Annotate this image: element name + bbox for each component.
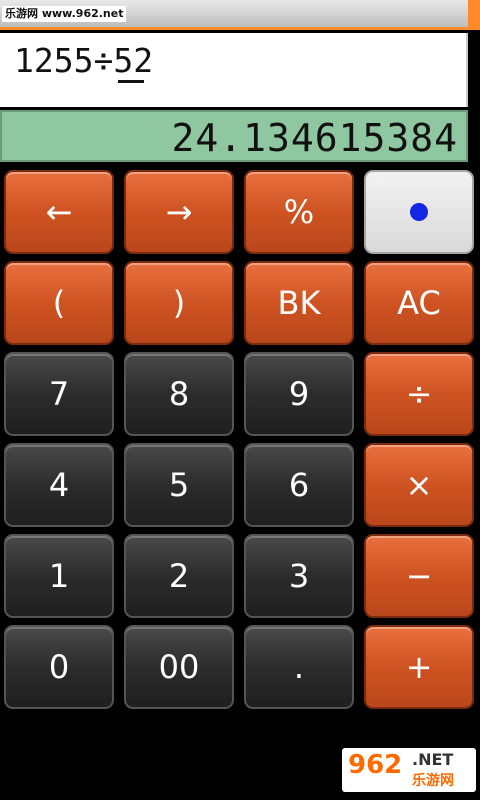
digit-4-button[interactable]: 4: [4, 443, 114, 527]
digit-9-button[interactable]: 9: [244, 352, 354, 436]
watermark-top: 乐游网 www.962.net: [2, 6, 127, 22]
expression-text: 1255÷52: [14, 41, 154, 80]
status-bar: 乐游网 www.962.net: [0, 0, 480, 30]
digit-6-button[interactable]: 6: [244, 443, 354, 527]
digit-5-button[interactable]: 5: [124, 443, 234, 527]
percent-button[interactable]: %: [244, 170, 354, 254]
double-zero-button[interactable]: 00: [124, 625, 234, 709]
result-text: 24.134615384: [171, 116, 458, 160]
watermark-suffix: .NET: [412, 750, 454, 769]
expression-display[interactable]: 1255÷52: [0, 33, 468, 107]
cursor-right-button[interactable]: →: [124, 170, 234, 254]
watermark-chinese: 乐游网: [412, 773, 454, 789]
blue-dot-icon: [410, 203, 428, 221]
decimal-point-button[interactable]: .: [244, 625, 354, 709]
digit-3-button[interactable]: 3: [244, 534, 354, 618]
divide-button[interactable]: ÷: [364, 352, 474, 436]
digit-7-button[interactable]: 7: [4, 352, 114, 436]
watermark-number: 962: [348, 750, 403, 780]
close-paren-button[interactable]: ): [124, 261, 234, 345]
all-clear-button[interactable]: AC: [364, 261, 474, 345]
result-display: 24.134615384: [0, 110, 468, 162]
digit-1-button[interactable]: 1: [4, 534, 114, 618]
backspace-button[interactable]: BK: [244, 261, 354, 345]
plus-button[interactable]: +: [364, 625, 474, 709]
status-accent: [468, 0, 480, 30]
digit-0-button[interactable]: 0: [4, 625, 114, 709]
cursor-left-button[interactable]: ←: [4, 170, 114, 254]
digit-2-button[interactable]: 2: [124, 534, 234, 618]
multiply-button[interactable]: ×: [364, 443, 474, 527]
mode-button[interactable]: [364, 170, 474, 254]
digit-8-button[interactable]: 8: [124, 352, 234, 436]
minus-button[interactable]: −: [364, 534, 474, 618]
keypad: ← → % ( ) BK AC 7 8 9 ÷ 4 5 6 × 1 2 3 − …: [0, 168, 480, 728]
text-cursor: [118, 80, 144, 83]
watermark-logo: 962 .NET 乐游网: [342, 748, 476, 792]
open-paren-button[interactable]: (: [4, 261, 114, 345]
